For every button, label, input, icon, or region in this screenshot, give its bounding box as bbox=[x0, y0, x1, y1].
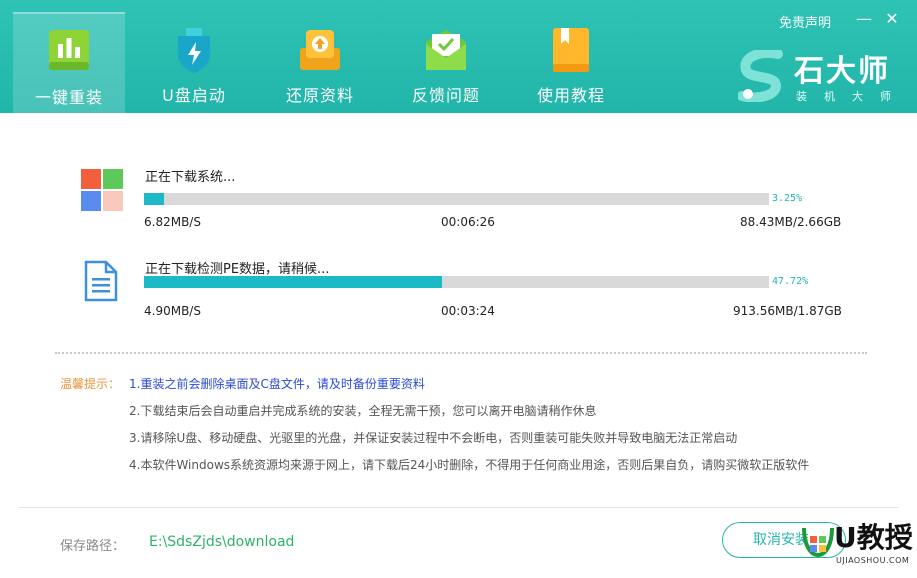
tips-label: 温馨提示： bbox=[60, 377, 121, 391]
tip-item: 1.重装之前会删除桌面及C盘文件，请及时备份重要资料 bbox=[129, 377, 425, 391]
windows-logo-icon bbox=[81, 169, 123, 211]
tab-label: 使用教程 bbox=[536, 86, 605, 105]
progress-fill bbox=[144, 193, 165, 205]
watermark-logo-icon bbox=[802, 527, 834, 557]
tab-tutorial[interactable]: 使用教程 bbox=[515, 12, 627, 113]
logo-subtitle: 装机大师 bbox=[796, 90, 908, 103]
tab-restore-data[interactable]: 还原资料 bbox=[264, 12, 376, 113]
tab-label: U盘启动 bbox=[162, 86, 226, 105]
header-bar: 一键重装 U盘启动 还原资料 反馈问题 使用教程 免责声明 — ✕ 石大师 装机… bbox=[0, 0, 917, 113]
progress-percent: 47.72% bbox=[772, 276, 809, 287]
envelope-icon bbox=[426, 30, 466, 70]
progress-fill bbox=[144, 276, 443, 288]
progress-percent: 3.25% bbox=[772, 193, 803, 204]
book-icon bbox=[553, 28, 589, 72]
download-size: 913.56MB/1.87GB bbox=[733, 304, 842, 318]
tab-label: 一键重装 bbox=[34, 88, 103, 107]
usb-shield-icon bbox=[178, 28, 210, 73]
tab-one-click-reinstall[interactable]: 一键重装 bbox=[13, 12, 125, 113]
progress-bar bbox=[144, 193, 769, 205]
remaining-time: 00:06:26 bbox=[441, 215, 495, 229]
tab-label: 反馈问题 bbox=[411, 86, 480, 105]
remaining-time: 00:03:24 bbox=[441, 304, 495, 318]
save-path-value[interactable]: E:\SdsZjds\download bbox=[149, 534, 294, 550]
watermark: U教授 UJIAOSHOU.COM bbox=[800, 512, 917, 578]
download-title: 正在下载检测PE数据，请稍候... bbox=[145, 262, 330, 277]
progress-bar bbox=[144, 276, 769, 288]
brand-logo: 石大师 装机大师 bbox=[738, 46, 908, 106]
tab-label: 还原资料 bbox=[285, 86, 354, 105]
download-title: 正在下载系统... bbox=[145, 170, 236, 185]
save-path-label: 保存路径： bbox=[60, 539, 126, 554]
watermark-subtext: UJIAOSHOU.COM bbox=[836, 556, 910, 565]
download-speed: 6.82MB/S bbox=[144, 215, 201, 229]
chart-bars-icon bbox=[49, 30, 89, 70]
download-size: 88.43MB/2.66GB bbox=[740, 215, 842, 229]
restore-box-icon bbox=[300, 30, 340, 70]
close-icon[interactable]: ✕ bbox=[883, 10, 901, 28]
minimize-icon[interactable]: — bbox=[855, 10, 873, 28]
download-speed: 4.90MB/S bbox=[144, 304, 201, 318]
tip-item: 3.请移除U盘、移动硬盘、光驱里的光盘，并保证安装过程中不会断电，否则重装可能失… bbox=[129, 431, 738, 445]
tab-feedback[interactable]: 反馈问题 bbox=[390, 12, 502, 113]
dotted-divider bbox=[55, 352, 867, 354]
document-icon bbox=[84, 260, 118, 302]
logo-title: 石大师 bbox=[794, 54, 890, 89]
tip-item: 2.下载结束后会自动重启并完成系统的安装，全程无需干预，您可以离开电脑请稍作休息 bbox=[129, 404, 597, 418]
tip-item: 4.本软件Windows系统资源均来源于网上，请下载后24小时删除，不得用于任何… bbox=[129, 458, 810, 472]
logo-s-icon bbox=[738, 50, 783, 102]
footer-divider bbox=[18, 507, 898, 508]
watermark-text: U教授 bbox=[834, 521, 913, 554]
tab-usb-boot[interactable]: U盘启动 bbox=[138, 12, 250, 113]
disclaimer-link[interactable]: 免责声明 bbox=[779, 12, 831, 31]
